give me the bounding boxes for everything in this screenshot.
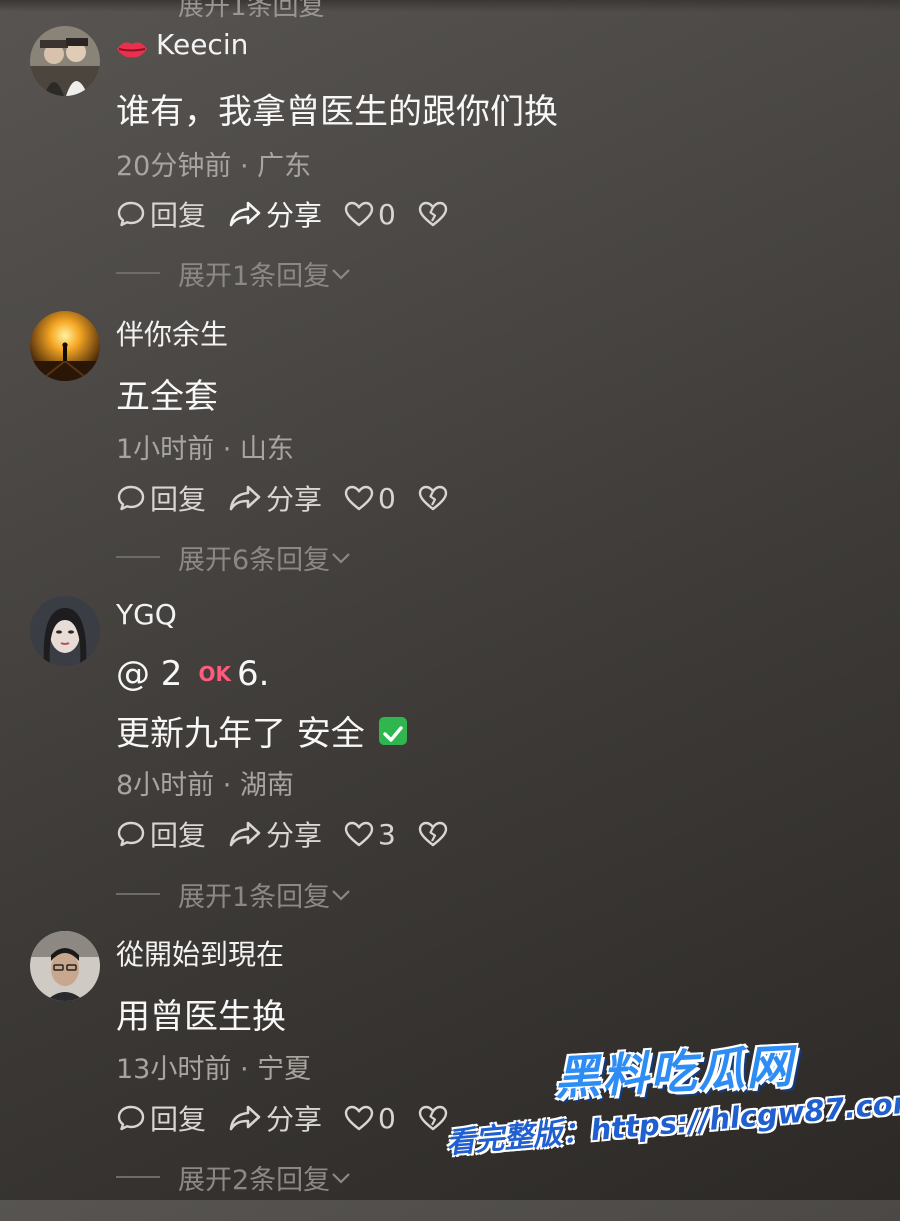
ok-emoji-badge: OK bbox=[198, 662, 231, 686]
like-button[interactable]: 0 bbox=[344, 482, 396, 515]
username[interactable]: 伴你余生 bbox=[116, 313, 228, 353]
broken-heart-icon bbox=[418, 1104, 448, 1132]
share-label: 分享 bbox=[266, 199, 323, 232]
username[interactable]: Keecin bbox=[116, 28, 248, 61]
avatar[interactable] bbox=[30, 596, 100, 666]
share-arrow-icon bbox=[228, 484, 262, 512]
expand-divider bbox=[116, 1176, 160, 1178]
comment-item: 伴你余生 五全套 1小时前 · 山东 回复 分享 0 展开6条回复 bbox=[0, 311, 900, 601]
chevron-down-icon bbox=[330, 542, 352, 573]
comment-text: 五全套 bbox=[116, 377, 218, 417]
expand-label: 展开2条回复 bbox=[178, 1164, 331, 1196]
like-button[interactable]: 0 bbox=[344, 1102, 396, 1135]
comment-meta: 13小时前 · 宁夏 bbox=[116, 1054, 312, 1085]
share-arrow-icon bbox=[228, 1104, 262, 1132]
share-button[interactable]: 分享 bbox=[228, 814, 322, 854]
share-arrow-icon bbox=[228, 200, 262, 228]
action-bar: 回复 分享 3 bbox=[116, 814, 470, 854]
heart-icon bbox=[344, 820, 374, 848]
share-label: 分享 bbox=[266, 483, 323, 516]
comment-text-suffix: 6. bbox=[236, 654, 270, 694]
reply-bubble-icon bbox=[116, 820, 146, 848]
reply-label: 回复 bbox=[150, 483, 207, 516]
like-button[interactable]: 3 bbox=[344, 818, 396, 851]
dislike-button[interactable] bbox=[418, 484, 448, 512]
share-button[interactable]: 分享 bbox=[228, 1098, 322, 1138]
expand-label: 展开1条回复 bbox=[178, 260, 331, 292]
action-bar: 回复 分享 0 bbox=[116, 478, 470, 518]
expand-replies[interactable]: 展开1条回复 bbox=[116, 256, 352, 292]
reply-button[interactable]: 回复 bbox=[116, 814, 206, 854]
heart-icon bbox=[344, 200, 374, 228]
chevron-down-icon bbox=[330, 879, 352, 910]
watermark-overlay: 黑料吃瓜网 看完整版：https://hlcgw87.com bbox=[445, 1036, 900, 1186]
comment-item: YGQ @ 2 OK 6. 更新九年了 安全 8小时前 · 湖南 回复 分享 3… bbox=[0, 596, 900, 913]
top-fade bbox=[0, 0, 900, 12]
avatar[interactable] bbox=[30, 931, 100, 1001]
avatar[interactable] bbox=[30, 26, 100, 96]
share-button[interactable]: 分享 bbox=[228, 478, 322, 518]
share-label: 分享 bbox=[266, 1103, 323, 1136]
chevron-down-icon bbox=[330, 258, 352, 289]
mention-text: @ 2 bbox=[116, 654, 183, 694]
like-count: 0 bbox=[378, 481, 396, 515]
reply-bubble-icon bbox=[116, 200, 146, 228]
comment-text: 谁有，我拿曾医生的跟你们换 bbox=[116, 92, 558, 132]
heart-icon bbox=[344, 484, 374, 512]
comment-text-line-2: 更新九年了 安全 bbox=[116, 706, 407, 755]
expand-divider bbox=[116, 556, 160, 558]
reply-bubble-icon bbox=[116, 484, 146, 512]
reply-label: 回复 bbox=[150, 199, 207, 232]
previous-expand-replies-cut[interactable]: 展开1条回复 bbox=[178, 0, 325, 23]
expand-divider bbox=[116, 893, 160, 895]
username[interactable]: 從開始到現在 bbox=[116, 933, 284, 973]
comment-meta: 1小时前 · 山东 bbox=[116, 434, 294, 465]
like-count: 3 bbox=[378, 817, 396, 851]
expand-replies[interactable]: 展开6条回复 bbox=[116, 540, 352, 576]
reply-label: 回复 bbox=[150, 1103, 207, 1136]
expand-replies[interactable]: 展开2条回复 bbox=[116, 1160, 352, 1196]
check-mark-icon bbox=[378, 716, 407, 745]
comment-meta: 8小时前 · 湖南 bbox=[116, 770, 294, 801]
dislike-button[interactable] bbox=[418, 1104, 448, 1132]
broken-heart-icon bbox=[418, 484, 448, 512]
share-arrow-icon bbox=[228, 820, 262, 848]
comment-meta: 20分钟前 · 广东 bbox=[116, 151, 312, 182]
comment-text: 用曾医生换 bbox=[116, 997, 286, 1037]
expand-replies[interactable]: 展开1条回复 bbox=[116, 877, 352, 913]
reply-button[interactable]: 回复 bbox=[116, 1098, 206, 1138]
broken-heart-icon bbox=[418, 820, 448, 848]
expand-label: 展开1条回复 bbox=[178, 881, 331, 913]
chevron-down-icon bbox=[330, 1162, 352, 1193]
reply-label: 回复 bbox=[150, 819, 207, 852]
dislike-button[interactable] bbox=[418, 820, 448, 848]
action-bar: 回复 分享 0 bbox=[116, 194, 470, 234]
share-label: 分享 bbox=[266, 819, 323, 852]
comment-text: 更新九年了 安全 bbox=[116, 714, 365, 754]
dislike-button[interactable] bbox=[418, 200, 448, 228]
like-count: 0 bbox=[378, 1101, 396, 1135]
reply-bubble-icon bbox=[116, 1104, 146, 1132]
action-bar: 回复 分享 0 bbox=[116, 1098, 470, 1138]
comment-text-line-1: @ 2 OK 6. bbox=[116, 654, 269, 694]
like-button[interactable]: 0 bbox=[344, 198, 396, 231]
expand-label: 展开6条回复 bbox=[178, 544, 331, 576]
expand-divider bbox=[116, 272, 160, 274]
share-button[interactable]: 分享 bbox=[228, 194, 322, 234]
avatar[interactable] bbox=[30, 311, 100, 381]
broken-heart-icon bbox=[418, 200, 448, 228]
like-count: 0 bbox=[378, 197, 396, 231]
reply-button[interactable]: 回复 bbox=[116, 478, 206, 518]
lips-icon bbox=[116, 34, 148, 57]
heart-icon bbox=[344, 1104, 374, 1132]
username[interactable]: YGQ bbox=[116, 598, 177, 631]
comment-item: Keecin 谁有，我拿曾医生的跟你们换 20分钟前 · 广东 回复 分享 0 bbox=[0, 26, 900, 316]
reply-button[interactable]: 回复 bbox=[116, 194, 206, 234]
